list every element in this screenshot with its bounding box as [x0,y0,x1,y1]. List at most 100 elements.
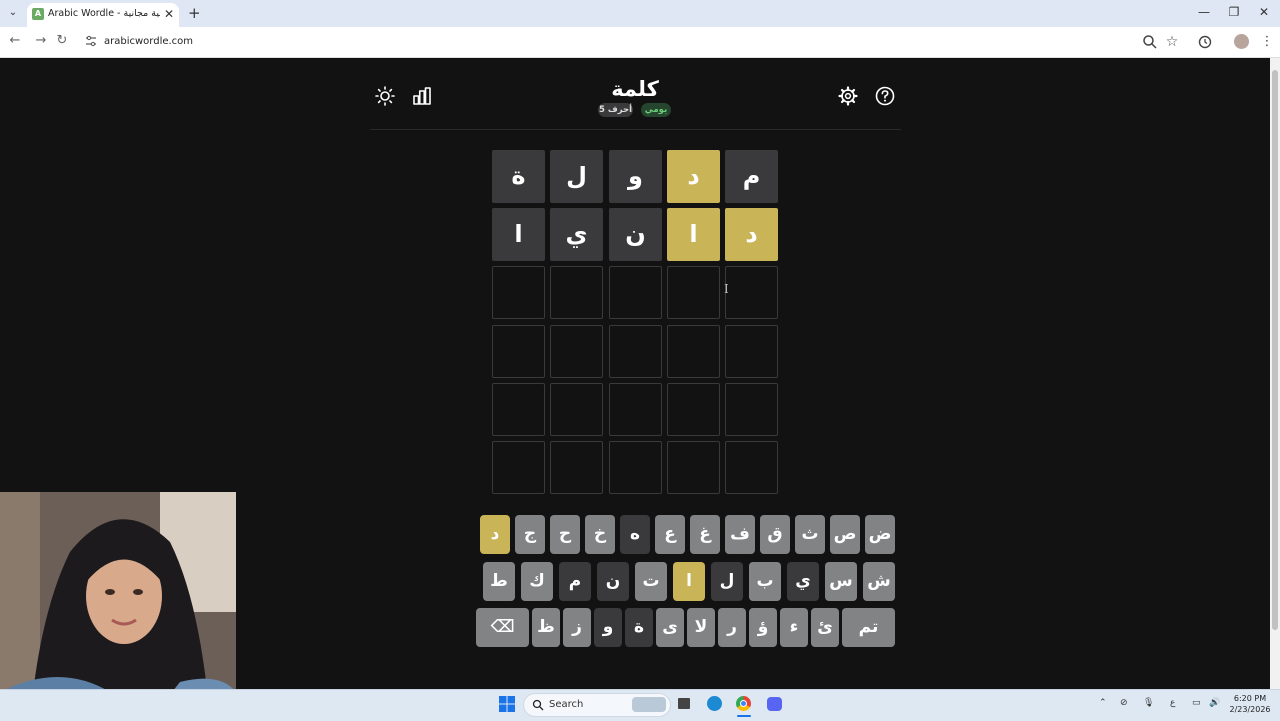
profile-avatar[interactable] [1234,34,1249,49]
restore-button[interactable]: ❐ [1224,3,1244,21]
site-favicon-icon: A [32,8,44,20]
keyboard-key[interactable]: ء [780,608,808,647]
board-tile [667,266,720,319]
keyboard-key[interactable]: ن [597,562,629,601]
active-app-indicator [737,715,751,717]
edge-browser-icon[interactable] [707,696,722,711]
keyboard-key[interactable]: لا [687,608,715,647]
bookmark-star-icon[interactable]: ☆ [1163,33,1181,51]
board-tile [609,383,662,436]
zoom-icon[interactable] [1141,33,1159,51]
keyboard-key[interactable]: ص [830,515,860,554]
keyboard-key[interactable]: ش [863,562,895,601]
volume-icon[interactable]: 🔊 [1209,697,1220,709]
scrollbar-thumb[interactable] [1272,70,1278,630]
browser-menu-icon[interactable]: ⋮ [1258,33,1276,51]
clock-time: 6:20 PM [1233,694,1267,703]
taskbar-clock[interactable]: 6:20 PM 2/23/2026 [1226,693,1274,715]
board-tile: د [725,208,778,261]
settings-gear-icon[interactable] [837,85,859,107]
keyboard-key[interactable]: ط [483,562,515,601]
keyboard-key[interactable]: خ [585,515,615,554]
keyboard-key[interactable]: ع [655,515,685,554]
enter-key[interactable]: تم [842,608,895,647]
address-bar-url[interactable]: arabicwordle.com [104,35,193,49]
reload-icon[interactable]: ↻ [53,32,71,50]
network-disconnected-icon[interactable]: ⊘ [1120,697,1128,709]
keyboard-key[interactable]: ؤ [749,608,777,647]
history-icon[interactable] [1196,33,1214,51]
keyboard-key[interactable]: ض [865,515,895,554]
board-tile [667,441,720,494]
keyboard-key[interactable]: د [480,515,510,554]
statistics-chart-icon[interactable] [411,85,433,107]
chrome-browser-icon[interactable] [736,696,751,711]
discord-app-icon[interactable] [767,697,782,711]
keyboard-key[interactable]: ز [563,608,591,647]
keyboard-key[interactable]: ة [625,608,653,647]
keyboard-key[interactable]: ب [749,562,781,601]
keyboard-key[interactable]: ك [521,562,553,601]
forward-icon[interactable]: → [32,32,50,50]
keyboard-key[interactable]: ف [725,515,755,554]
board-tile [550,325,603,378]
keyboard-key[interactable]: ي [787,562,819,601]
game-mode-badge[interactable]: يومي [641,103,671,117]
keyboard-key[interactable]: س [825,562,857,601]
board-tile [725,383,778,436]
board-tile [667,325,720,378]
tab-close-icon[interactable]: ✕ [164,6,174,22]
keyboard-key[interactable]: ا [673,562,705,601]
board-tile: ا [667,208,720,261]
tab-title: Arabic Wordle - لعبة كلمات عربية مجانية [48,8,160,19]
browser-tab[interactable]: A Arabic Wordle - لعبة كلمات عربية مجاني… [27,3,179,27]
file-explorer-icon[interactable] [678,698,690,709]
keyboard-key[interactable]: ى [656,608,684,647]
browser-tab-bar: ⌄ A Arabic Wordle - لعبة كلمات عربية مجا… [0,0,1280,27]
microphone-icon[interactable]: 🎙 [1143,697,1154,709]
windows-start-icon[interactable] [499,696,515,712]
browser-toolbar: ← → ↻ arabicwordle.com ☆ ⋮ [0,27,1280,58]
board-tile [725,441,778,494]
minimize-button[interactable]: — [1194,3,1214,21]
theme-toggle-sun-icon[interactable] [374,85,396,107]
keyboard-key[interactable]: ل [711,562,743,601]
back-icon[interactable]: ← [6,32,24,50]
board-tile [609,325,662,378]
page-title: كلمة [611,77,659,101]
clock-date: 2/23/2026 [1229,705,1271,714]
tray-overflow-chevron-icon[interactable]: ⌃ [1099,697,1107,709]
board-tile [550,266,603,319]
taskbar-search-box[interactable]: Search [523,693,671,717]
new-tab-icon[interactable]: + [188,4,201,22]
close-window-button[interactable]: ✕ [1254,3,1274,21]
keyboard-key[interactable]: ت [635,562,667,601]
board-tile [609,441,662,494]
board-tile: ل [550,150,603,203]
tab-search-chevron-icon[interactable]: ⌄ [6,6,20,20]
display-icon[interactable]: ▭ [1192,697,1201,709]
keyboard-key[interactable]: ح [550,515,580,554]
search-icon [532,699,544,711]
backspace-key[interactable]: ⌫ [476,608,529,647]
site-info-icon[interactable] [85,35,97,47]
help-question-icon[interactable] [874,85,896,107]
keyboard-key[interactable]: ظ [532,608,560,647]
keyboard-key[interactable]: و [594,608,622,647]
search-highlight-image [632,697,666,712]
keyboard-key[interactable]: م [559,562,591,601]
board-tile [725,325,778,378]
page-scrollbar[interactable] [1270,58,1280,689]
keyboard-key[interactable]: ئ [811,608,839,647]
board-tile [492,266,545,319]
keyboard-key[interactable]: ق [760,515,790,554]
keyboard-key[interactable]: ر [718,608,746,647]
keyboard-key[interactable]: ث [795,515,825,554]
board-tile: د [667,150,720,203]
input-language-indicator[interactable]: ع [1170,697,1175,709]
search-label: Search [549,699,584,710]
keyboard-key[interactable]: ه [620,515,650,554]
webcam-video-overlay [0,492,236,720]
keyboard-key[interactable]: ج [515,515,545,554]
keyboard-key[interactable]: غ [690,515,720,554]
